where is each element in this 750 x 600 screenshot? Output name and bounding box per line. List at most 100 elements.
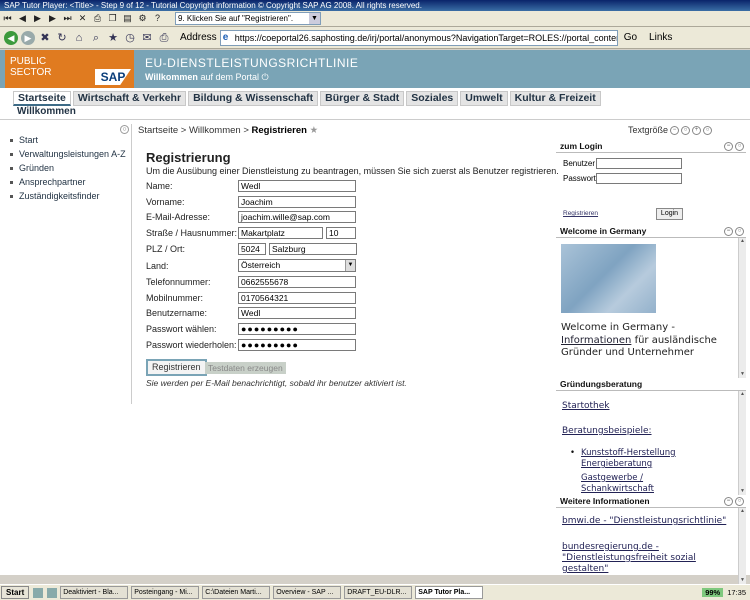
close-icon[interactable]: ✕: [77, 13, 88, 24]
strasse-field[interactable]: Makartplatz: [238, 226, 323, 239]
taskbar-item[interactable]: C:\Dateien Marti...: [202, 586, 271, 599]
mail-icon[interactable]: ✉: [140, 31, 154, 45]
scroll-up-icon[interactable]: ▲: [739, 391, 746, 398]
history-icon[interactable]: ◷: [123, 31, 137, 45]
login-user-field[interactable]: [596, 158, 682, 169]
copy-icon[interactable]: ❐: [107, 13, 118, 24]
land-select[interactable]: Österreich ▼: [238, 259, 356, 272]
beratungsbeispiele-link[interactable]: Beratungsbeispiele:: [562, 426, 652, 436]
start-button[interactable]: Start: [1, 586, 30, 599]
nav-item-start[interactable]: Start: [4, 133, 131, 147]
startothek-link[interactable]: Startothek: [562, 401, 609, 411]
play-icon[interactable]: ▶: [32, 13, 43, 24]
mobil-field[interactable]: 0170564321: [238, 291, 356, 304]
taskbar-item[interactable]: Overview - SAP ...: [273, 586, 342, 599]
ort-field[interactable]: Salzburg: [269, 242, 357, 255]
print-icon[interactable]: ⎙: [92, 13, 103, 24]
telefon-field[interactable]: 0662555678: [238, 275, 356, 288]
zoom-indicator[interactable]: 99%: [702, 588, 724, 597]
scroll-down-icon[interactable]: ▼: [739, 488, 746, 495]
welcome-scrollbar[interactable]: ▲ ▼: [738, 238, 746, 378]
taskbar-item[interactable]: Posteingang - Mi...: [131, 586, 200, 599]
login-register-link[interactable]: Registrieren: [563, 210, 598, 217]
bmwi-link[interactable]: bmwi.de - "Dienstleistungsrichtlinie": [562, 516, 726, 526]
scroll-up-icon[interactable]: ▲: [739, 238, 746, 245]
kunststoff-link[interactable]: Kunststoff-Herstellung Energieberatung: [570, 448, 691, 470]
benutzer-field[interactable]: Wedl: [238, 306, 356, 319]
text-options-icon[interactable]: ○: [703, 125, 713, 135]
collapse-icon[interactable]: −: [724, 497, 733, 506]
row-email: E-Mail-Adresse: joachim.wille@sap.com: [146, 210, 356, 223]
panel-options-icon[interactable]: ○: [735, 142, 744, 151]
search-icon[interactable]: ⌕: [89, 31, 103, 45]
sub-navigation[interactable]: Willkommen: [0, 106, 750, 120]
informationen-link[interactable]: Informationen: [561, 335, 631, 346]
gastgewerbe-link[interactable]: Gastgewerbe / Schankwirtschaft: [581, 473, 681, 493]
next-step-icon[interactable]: ▶: [47, 13, 58, 24]
login-button[interactable]: Login: [656, 208, 683, 220]
go-button[interactable]: Go: [621, 32, 640, 43]
help-icon[interactable]: ?: [152, 13, 163, 24]
login-password-field[interactable]: [596, 173, 682, 184]
scroll-down-icon[interactable]: ▼: [739, 371, 746, 378]
scroll-down-icon[interactable]: ▼: [739, 577, 746, 584]
scroll-up-icon[interactable]: ▲: [739, 508, 746, 515]
test-data-button[interactable]: Testdaten erzeugen: [205, 362, 286, 374]
plz-field[interactable]: 5024: [238, 242, 266, 255]
germany-map-image[interactable]: [561, 244, 656, 313]
logoff-icon[interactable]: ⏻: [261, 72, 268, 82]
tab-startseite[interactable]: Startseite: [13, 91, 71, 106]
favorites-icon[interactable]: ★: [106, 31, 120, 45]
links-label[interactable]: Links: [649, 32, 672, 43]
text-larger-icon[interactable]: +: [692, 125, 702, 135]
taskbar-item-active[interactable]: SAP Tutor Pla...: [415, 586, 484, 599]
forward-button[interactable]: ▶: [21, 30, 35, 45]
back-button[interactable]: ◀: [4, 30, 18, 45]
nav-item-verwaltungsleistungen[interactable]: Verwaltungsleistungen A-Z: [4, 147, 131, 161]
passwort-field[interactable]: ●●●●●●●●●: [238, 322, 356, 335]
tab-buerger[interactable]: Bürger & Stadt: [320, 91, 405, 106]
email-field[interactable]: joachim.wille@sap.com: [238, 210, 356, 223]
refresh-icon[interactable]: ↻: [55, 31, 69, 45]
paste-icon[interactable]: ▤: [122, 13, 133, 24]
name-field[interactable]: Wedl: [238, 179, 356, 192]
favorite-star-icon[interactable]: ★: [310, 125, 319, 136]
quick-launch-icon[interactable]: [47, 587, 58, 598]
vorname-field[interactable]: Joachim: [238, 195, 356, 208]
home-icon[interactable]: ⌂: [72, 31, 86, 45]
tab-wirtschaft[interactable]: Wirtschaft & Verkehr: [72, 91, 187, 106]
collapse-icon[interactable]: −: [724, 142, 733, 151]
tab-umwelt[interactable]: Umwelt: [460, 91, 508, 106]
stop-icon[interactable]: ✖: [38, 31, 52, 45]
print-browser-icon[interactable]: ⎙: [157, 31, 171, 45]
nav-item-gruenden[interactable]: Gründen: [4, 161, 131, 175]
prev-step-icon[interactable]: ◀: [17, 13, 28, 24]
system-tray: 99% 17:35: [702, 586, 750, 599]
gruendung-scrollbar[interactable]: ▲ ▼: [738, 391, 746, 495]
last-step-icon[interactable]: ⏭: [62, 13, 73, 24]
nav-item-zustaendigkeitsfinder[interactable]: Zuständigkeitsfinder: [4, 189, 131, 203]
bundesregierung-link[interactable]: bundesregierung.de - "Dienstleistungsfre…: [562, 542, 727, 575]
hausnummer-field[interactable]: 10: [326, 226, 356, 239]
taskbar-item[interactable]: DRAFT_EU-DLR...: [344, 586, 413, 599]
step-select[interactable]: 9. Klicken Sie auf "Registrieren". ▼: [175, 12, 321, 25]
panel-options-icon[interactable]: ○: [735, 227, 744, 236]
tab-soziales[interactable]: Soziales: [406, 91, 459, 106]
text-default-icon[interactable]: ○: [681, 125, 691, 135]
weitere-scrollbar[interactable]: ▲ ▼: [738, 508, 746, 584]
nav-item-ansprechpartner[interactable]: Ansprechpartner: [4, 175, 131, 189]
panel-options-icon[interactable]: ○: [735, 497, 744, 506]
first-step-icon[interactable]: ⏮: [2, 13, 13, 24]
quick-launch-icon[interactable]: [33, 587, 44, 598]
tab-kultur[interactable]: Kultur & Freizeit: [509, 91, 601, 106]
collapse-icon[interactable]: −: [724, 227, 733, 236]
address-input[interactable]: https://coeportal26.saphosting.de/irj/po…: [219, 29, 618, 46]
passwort-wiederholen-field[interactable]: ●●●●●●●●●: [238, 338, 356, 351]
breadcrumb-path[interactable]: Startseite > Willkommen >: [138, 125, 252, 136]
taskbar-item[interactable]: Deaktiviert - Bla...: [60, 586, 129, 599]
text-smaller-icon[interactable]: −: [670, 125, 680, 135]
tab-bildung[interactable]: Bildung & Wissenschaft: [188, 91, 319, 106]
settings-icon[interactable]: ⚙: [137, 13, 148, 24]
tutor-toolbar: ⏮ ◀ ▶ ▶ ⏭ ✕ ⎙ ❐ ▤ ⚙ ? 9. Klicken Sie auf…: [0, 11, 750, 27]
register-button[interactable]: Registrieren: [146, 359, 207, 376]
